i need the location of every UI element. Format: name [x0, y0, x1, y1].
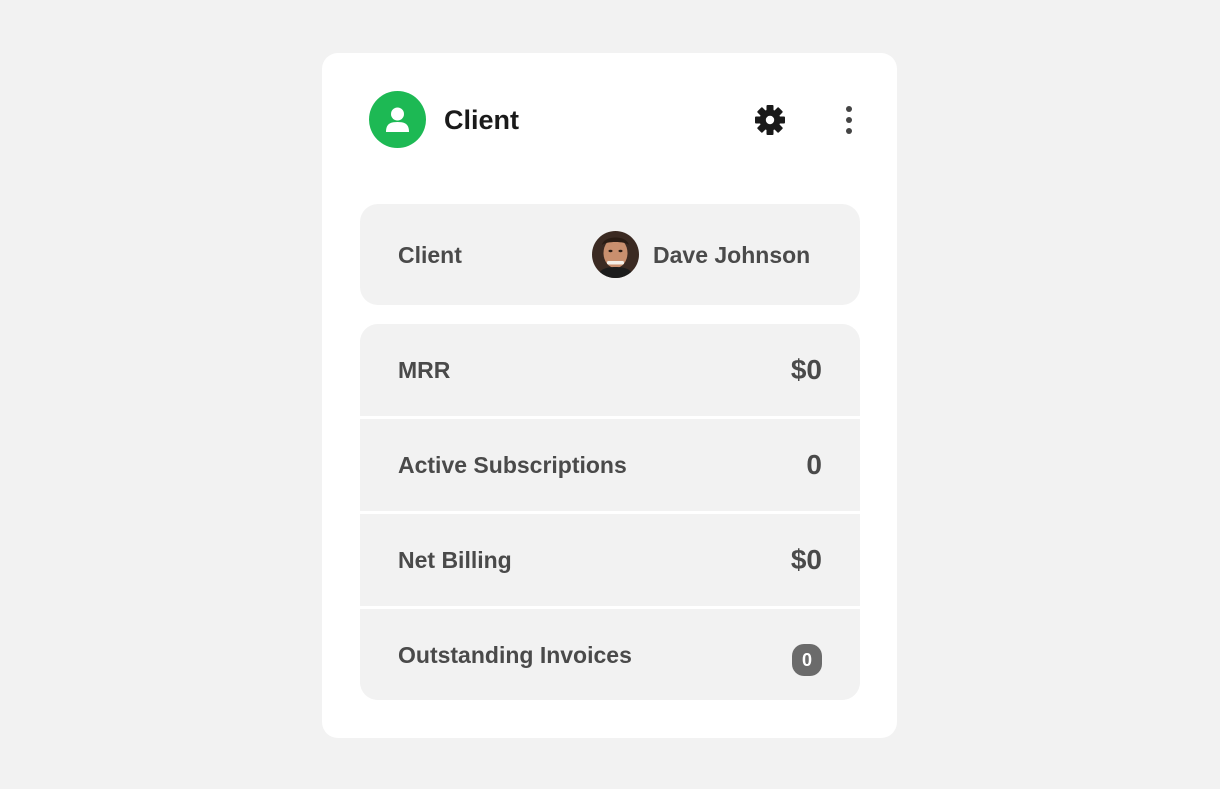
more-options-button[interactable] — [839, 103, 859, 137]
stat-value: $0 — [790, 544, 822, 575]
stat-row-active-subscriptions: Active Subscriptions 0 — [360, 419, 860, 511]
stat-value: 0 — [806, 449, 822, 480]
user-icon — [386, 107, 409, 132]
client-name[interactable]: Dave Johnson — [653, 241, 810, 269]
stats-panel: MRR $0 Active Subscriptions 0 Net Billin… — [360, 324, 860, 700]
more-vertical-icon — [846, 106, 852, 134]
stat-label: Outstanding Invoices — [398, 642, 632, 668]
stat-row-outstanding-invoices: Outstanding Invoices 0 — [360, 609, 860, 700]
stat-label: Active Subscriptions — [398, 452, 627, 478]
card-header: Client — [369, 91, 859, 148]
stat-label: MRR — [398, 357, 451, 383]
settings-button[interactable] — [753, 103, 787, 137]
client-info-panel: Client Dave Johnson — [360, 204, 860, 305]
stat-row-net-billing: Net Billing $0 — [360, 514, 860, 606]
client-card: Client Client Dave Johnson MRR $0 Active… — [322, 53, 897, 738]
client-label: Client — [398, 242, 462, 268]
outstanding-invoices-badge[interactable]: 0 — [792, 644, 822, 676]
client-avatar[interactable] — [592, 231, 639, 278]
person-photo-icon — [592, 231, 639, 278]
stat-value: $0 — [790, 354, 822, 385]
stat-label: Net Billing — [398, 547, 512, 573]
gear-icon — [755, 105, 785, 135]
card-title: Client — [444, 105, 520, 135]
stat-row-mrr: MRR $0 — [360, 324, 860, 416]
client-type-avatar — [369, 91, 426, 148]
